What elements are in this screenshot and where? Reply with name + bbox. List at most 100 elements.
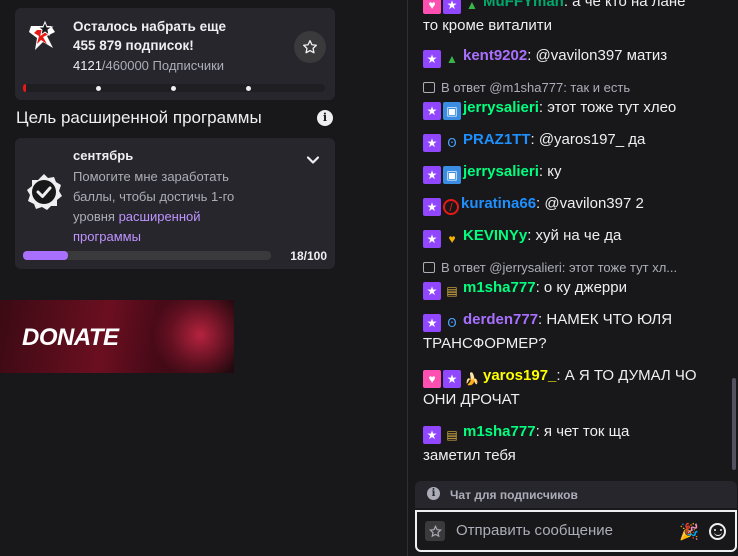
star-icon — [303, 40, 317, 54]
progress-tick — [96, 86, 101, 91]
info-icon: i — [427, 487, 440, 500]
chat-message-text: : этот тоже тут хлео — [538, 99, 677, 116]
chat-message[interactable]: ★ / kuratina66: @vavilon397 2 — [423, 192, 728, 216]
chevron-down-icon[interactable] — [303, 150, 323, 170]
chat-username[interactable]: m1sha777 — [463, 423, 536, 440]
reply-context[interactable]: В ответ @jerrysalieri: этот тоже тут хл.… — [423, 260, 728, 275]
chat-message-continuation: заметил тебя — [423, 447, 516, 464]
follow-star-button[interactable] — [294, 31, 326, 63]
bunny-badge-icon[interactable]: Ꙩ — [443, 134, 461, 152]
chest-badge-icon[interactable]: ▤ — [443, 282, 461, 300]
heart-badge-icon[interactable]: ♥ — [423, 370, 441, 388]
checkmark-badge-icon — [27, 174, 62, 210]
chat-message-text: : я чет ток ща — [535, 423, 630, 440]
gift-badge-icon[interactable]: ▣ — [443, 102, 461, 120]
hype-program-header: Цель расширенной программы — [16, 108, 262, 127]
subscriber-progress-fill — [23, 84, 26, 92]
chat-username[interactable]: MuFFYman — [483, 0, 564, 10]
chat-message-continuation: ОНИ ДРОЧАТ — [423, 391, 520, 408]
sub-badge-icon[interactable]: ★ — [423, 282, 441, 300]
progress-tick — [246, 86, 251, 91]
sub-badge-icon[interactable]: ★ — [423, 198, 441, 216]
reply-text: В ответ @jerrysalieri: этот тоже тут хл.… — [441, 260, 678, 275]
chat-message-text: : НАМЕК ЧТО ЮЛЯ — [538, 311, 673, 328]
chat-message[interactable]: ★ Ꙩderden777: НАМЕК ЧТО ЮЛЯ ТРАНСФОРМЕР? — [423, 308, 728, 356]
chat-message[interactable]: ★ ▲ kent9202: @vavilon397 матиз — [423, 44, 728, 68]
subscriber-target: /460000 — [101, 58, 149, 73]
info-icon[interactable]: i — [317, 110, 333, 126]
reply-icon — [423, 82, 435, 93]
grass-badge-icon[interactable]: ▲ — [443, 50, 461, 68]
chat-messages: ♥ ★ ▲ MuFFYman: а че кто на лане то кроме ви… — [408, 0, 738, 476]
sub-badge-icon[interactable]: ★ — [423, 50, 441, 68]
chat-username[interactable]: m1sha777 — [463, 279, 536, 296]
chat-input-placeholder: Отправить сообщение — [456, 522, 614, 539]
bunny-badge-icon[interactable]: Ꙩ — [443, 314, 461, 332]
sub-badge-icon[interactable]: ★ — [443, 370, 461, 388]
subscriber-only-notice: i Чат для подписчиков — [415, 481, 737, 508]
chat-username[interactable]: KEVINYy — [463, 227, 527, 244]
left-panel: Осталось набрать еще 455 879 подписок! 4… — [0, 0, 352, 556]
channel-logo-icon — [25, 18, 61, 54]
chat-message-text: : @vavilon397 матиз — [527, 47, 668, 64]
chat-username[interactable]: PRAZ1TT — [463, 131, 531, 148]
hype-month: сентябрь — [73, 148, 134, 163]
chat-message[interactable]: ★ ▣ jerrysalieri: ку — [423, 160, 728, 184]
sub-badge-icon[interactable]: ★ — [423, 230, 441, 248]
chat-username[interactable]: kent9202 — [463, 47, 527, 64]
subscriber-count: 4121/460000 Подписчики — [73, 58, 224, 73]
subscriber-progress-bar — [23, 84, 325, 92]
emoji-picker-icon[interactable] — [709, 523, 726, 540]
chat-username[interactable]: yaros197_ — [483, 367, 556, 384]
chat-panel: ♥ ★ ▲ MuFFYman: а че кто на лане то кроме ви… — [407, 0, 738, 556]
sub-badge-icon[interactable]: ★ — [423, 426, 441, 444]
heart-badge-icon[interactable]: ♥ — [423, 0, 441, 14]
chat-message[interactable]: ★ Ꙩ PRAZ1TT: @yaros197_ да — [423, 128, 728, 152]
hype-progress-count: 18/100 — [290, 249, 327, 263]
party-popper-icon[interactable]: 🎉 — [679, 522, 699, 542]
sub-badge-icon[interactable]: ★ — [443, 0, 461, 14]
sub-badge-icon[interactable]: ★ — [423, 314, 441, 332]
chat-message-continuation: ТРАНСФОРМЕР? — [423, 335, 547, 352]
chat-message-text: : о ку джерри — [535, 279, 627, 296]
chat-message[interactable]: ★ ▤ m1sha777: я чет ток ща заметил тебя — [423, 420, 728, 468]
donate-banner[interactable]: DONATE — [0, 300, 234, 373]
chat-username[interactable]: jerrysalieri — [463, 99, 539, 116]
goal-title-line1: Осталось набрать еще — [73, 19, 226, 34]
chat-message[interactable]: ★ ▤ m1sha777: о ку джерри — [423, 276, 728, 300]
chat-input[interactable]: Отправить сообщение 🎉 — [415, 510, 737, 552]
chat-username[interactable]: kuratina66 — [461, 195, 536, 212]
chat-message[interactable]: ♥ ★ 🍌 yaros197_: А Я ТО ДУМАЛ ЧО ОНИ ДРОЧАТ — [423, 364, 728, 412]
gift-badge-icon[interactable]: ▣ — [443, 166, 461, 184]
chat-message[interactable]: ♥ ★ ▲ MuFFYman: а че кто на лане то кроме ви… — [423, 0, 728, 38]
sub-badge-icon[interactable]: ★ — [423, 102, 441, 120]
chat-message-text: : @vavilon397 2 — [536, 195, 644, 212]
subscriber-goal-card: Осталось набрать еще 455 879 подписок! 4… — [15, 8, 335, 100]
chat-username[interactable]: derden777 — [463, 311, 538, 328]
star-icon[interactable] — [425, 521, 445, 541]
hype-description: Помогите мне заработать баллы, чтобы дос… — [73, 167, 253, 247]
chat-message[interactable]: ★ ♥ KEVINYy: хуй на че да — [423, 224, 728, 248]
grass-badge-icon[interactable]: ▲ — [463, 0, 481, 14]
chat-message-text: : хуй на че да — [527, 227, 622, 244]
heart2-badge-icon[interactable]: ♥ — [443, 230, 461, 248]
sub-badge-icon[interactable]: ★ — [423, 166, 441, 184]
chest-badge-icon[interactable]: ▤ — [443, 426, 461, 444]
subscriber-only-label: Чат для подписчиков — [450, 488, 578, 502]
reply-context[interactable]: В ответ @m1sha777: так и есть — [423, 80, 728, 95]
chat-username[interactable]: jerrysalieri — [463, 163, 539, 180]
chat-message-text: : А Я ТО ДУМАЛ ЧО — [556, 367, 697, 384]
hype-goal-card: сентябрь Помогите мне заработать баллы, … — [15, 138, 335, 269]
nosub-badge-icon[interactable]: / — [443, 199, 459, 215]
chat-message[interactable]: ★ ▣ jerrysalieri: этот тоже тут хлео — [423, 96, 728, 120]
reply-text: В ответ @m1sha777: так и есть — [441, 80, 631, 95]
reply-icon — [423, 262, 435, 273]
hype-progress-fill — [23, 251, 68, 260]
chat-scrollbar[interactable] — [732, 378, 736, 470]
chat-message-text: : ку — [538, 163, 562, 180]
goal-title-line2: 455 879 подписок! — [73, 38, 194, 53]
sub-badge-icon[interactable]: ★ — [423, 134, 441, 152]
banana-badge-icon[interactable]: 🍌 — [463, 370, 481, 388]
donate-label: DONATE — [22, 324, 119, 351]
progress-tick — [171, 86, 176, 91]
